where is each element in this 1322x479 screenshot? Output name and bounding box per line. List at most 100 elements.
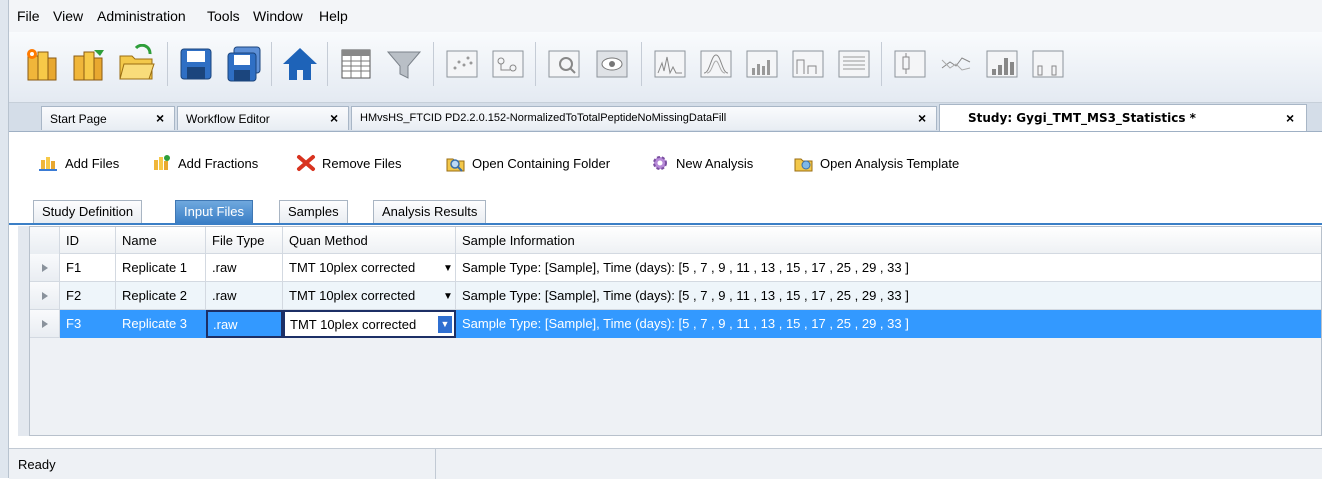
save-all-icon[interactable] bbox=[221, 40, 267, 88]
cell-sample-information[interactable]: Sample Type: [Sample], Time (days): [5 ,… bbox=[456, 254, 1321, 282]
new-study-icon[interactable] bbox=[17, 40, 63, 88]
close-icon[interactable]: × bbox=[1286, 110, 1294, 126]
cell-sample-information[interactable]: Sample Type: [Sample], Time (days): [5 ,… bbox=[456, 310, 1321, 338]
tab-label: Start Page bbox=[50, 112, 107, 126]
tab-input-files[interactable]: Input Files bbox=[175, 200, 253, 223]
column-header-file-type[interactable]: File Type bbox=[206, 227, 283, 254]
column-header-label: Sample Information bbox=[462, 233, 575, 248]
cell-name[interactable]: Replicate 1 bbox=[116, 254, 206, 282]
menu-window[interactable]: Window bbox=[253, 8, 303, 24]
add-files-label: Add Files bbox=[65, 155, 120, 171]
dropdown-arrow-icon[interactable]: ▼ bbox=[438, 316, 452, 333]
toolbar-separator bbox=[535, 42, 536, 86]
list-view-icon[interactable] bbox=[831, 40, 877, 88]
quan-method-dropdown[interactable]: TMT 10plex corrected ▼ bbox=[283, 310, 456, 338]
table-row-selected[interactable]: F3 Replicate 3 .raw TMT 10plex corrected… bbox=[30, 310, 1321, 338]
menu-help[interactable]: Help bbox=[319, 8, 348, 24]
table-row[interactable]: F2 Replicate 2 .raw TMT 10plex corrected… bbox=[30, 282, 1321, 310]
chromatogram-icon[interactable] bbox=[693, 40, 739, 88]
column-header-label: ID bbox=[66, 233, 79, 248]
cell-quan-method[interactable]: TMT 10plex corrected ▼ bbox=[283, 282, 456, 310]
toolbar-separator bbox=[433, 42, 434, 86]
cell-sample-information[interactable]: Sample Type: [Sample], Time (days): [5 ,… bbox=[456, 282, 1321, 310]
row-expander[interactable] bbox=[30, 254, 60, 282]
column-header-id[interactable]: ID bbox=[60, 227, 116, 254]
zoom-view-icon[interactable] bbox=[541, 40, 587, 88]
menu-file[interactable]: File bbox=[17, 8, 40, 24]
cell-quan-method[interactable]: TMT 10plex corrected ▼ bbox=[283, 254, 456, 282]
menu-tools[interactable]: Tools bbox=[207, 8, 240, 24]
new-analysis-button[interactable]: New Analysis bbox=[650, 152, 753, 174]
column-header-sample-information[interactable]: Sample Information bbox=[456, 227, 1321, 254]
study-action-bar: Add Files Add Fractions Remove Files Ope… bbox=[9, 132, 1322, 194]
row-expander[interactable] bbox=[30, 282, 60, 310]
add-files-button[interactable]: Add Files bbox=[39, 152, 119, 174]
close-icon[interactable]: × bbox=[918, 110, 926, 126]
close-icon[interactable]: × bbox=[330, 110, 338, 126]
tab-result-file[interactable]: HMvsHS_FTCID PD2.2.0.152-NormalizedToTot… bbox=[351, 106, 937, 130]
step-chart-icon[interactable] bbox=[785, 40, 831, 88]
cell-file-type[interactable]: .raw bbox=[206, 310, 283, 338]
open-analysis-template-button[interactable]: Open Analysis Template bbox=[794, 152, 959, 174]
expand-arrow-icon bbox=[42, 264, 48, 272]
tab-study[interactable]: Study: Gygi_TMT_MS3_Statistics * × bbox=[939, 104, 1307, 131]
cell-name[interactable]: Replicate 3 bbox=[116, 310, 206, 338]
grid-left-gutter bbox=[18, 226, 29, 436]
open-folder-icon[interactable] bbox=[113, 40, 159, 88]
scatter-view-icon[interactable] bbox=[439, 40, 485, 88]
column-header-name[interactable]: Name bbox=[116, 227, 206, 254]
dropdown-arrow-icon[interactable]: ▼ bbox=[443, 291, 453, 302]
expand-arrow-icon bbox=[42, 320, 48, 328]
document-tab-strip: Start Page × Workflow Editor × HMvsHS_FT… bbox=[9, 103, 1322, 132]
toolbar-separator bbox=[881, 42, 882, 86]
remove-files-button[interactable]: Remove Files bbox=[296, 152, 401, 174]
table-row[interactable]: F1 Replicate 1 .raw TMT 10plex corrected… bbox=[30, 254, 1321, 282]
open-containing-folder-button[interactable]: Open Containing Folder bbox=[446, 152, 610, 174]
status-text: Ready bbox=[18, 457, 56, 472]
row-expander[interactable] bbox=[30, 310, 60, 338]
grid-header-row: ID Name File Type Quan Method Sample Inf… bbox=[30, 227, 1321, 255]
cell-file-type[interactable]: .raw bbox=[206, 254, 283, 282]
histogram-2-icon[interactable] bbox=[1025, 40, 1071, 88]
home-icon[interactable] bbox=[277, 40, 323, 88]
expand-arrow-icon bbox=[42, 292, 48, 300]
flow-view-icon[interactable] bbox=[485, 40, 531, 88]
tab-study-definition[interactable]: Study Definition bbox=[33, 200, 143, 223]
trend-icon[interactable] bbox=[933, 40, 979, 88]
cell-id[interactable]: F3 bbox=[60, 310, 116, 338]
tab-samples[interactable]: Samples bbox=[279, 200, 348, 223]
gear-icon bbox=[653, 156, 667, 170]
add-fractions-button[interactable]: Add Fractions bbox=[152, 152, 258, 174]
remove-files-label: Remove Files bbox=[322, 155, 402, 171]
cell-id[interactable]: F1 bbox=[60, 254, 116, 282]
close-icon[interactable]: × bbox=[156, 110, 164, 126]
quan-method-value: TMT 10plex corrected bbox=[290, 317, 417, 332]
bar-chart-icon[interactable] bbox=[739, 40, 785, 88]
add-files-icon bbox=[39, 157, 57, 171]
toolbar-separator bbox=[167, 42, 168, 86]
spectrum-icon[interactable] bbox=[647, 40, 693, 88]
toolbar-separator bbox=[327, 42, 328, 86]
box-plot-icon[interactable] bbox=[887, 40, 933, 88]
cell-name[interactable]: Replicate 2 bbox=[116, 282, 206, 310]
save-icon[interactable] bbox=[173, 40, 219, 88]
table-icon[interactable] bbox=[333, 40, 379, 88]
dropdown-arrow-icon[interactable]: ▼ bbox=[443, 263, 453, 274]
filter-icon[interactable] bbox=[381, 40, 427, 88]
column-header-quan-method[interactable]: Quan Method bbox=[283, 227, 456, 254]
cell-id[interactable]: F2 bbox=[60, 282, 116, 310]
application-window: File View Administration Tools Window He… bbox=[9, 0, 1322, 479]
tab-underline bbox=[9, 223, 1322, 225]
tab-start-page[interactable]: Start Page × bbox=[41, 106, 175, 130]
eye-view-icon[interactable] bbox=[589, 40, 635, 88]
histogram-icon[interactable] bbox=[979, 40, 1025, 88]
cell-file-type[interactable]: .raw bbox=[206, 282, 283, 310]
tab-label: HMvsHS_FTCID PD2.2.0.152-NormalizedToTot… bbox=[360, 112, 727, 124]
new-analysis-label: New Analysis bbox=[676, 155, 754, 171]
menu-view[interactable]: View bbox=[53, 8, 83, 24]
window-left-edge bbox=[0, 0, 9, 478]
tab-workflow-editor[interactable]: Workflow Editor × bbox=[177, 106, 349, 130]
tab-analysis-results[interactable]: Analysis Results bbox=[373, 200, 487, 223]
menu-administration[interactable]: Administration bbox=[97, 8, 186, 24]
open-study-icon[interactable] bbox=[65, 40, 111, 88]
